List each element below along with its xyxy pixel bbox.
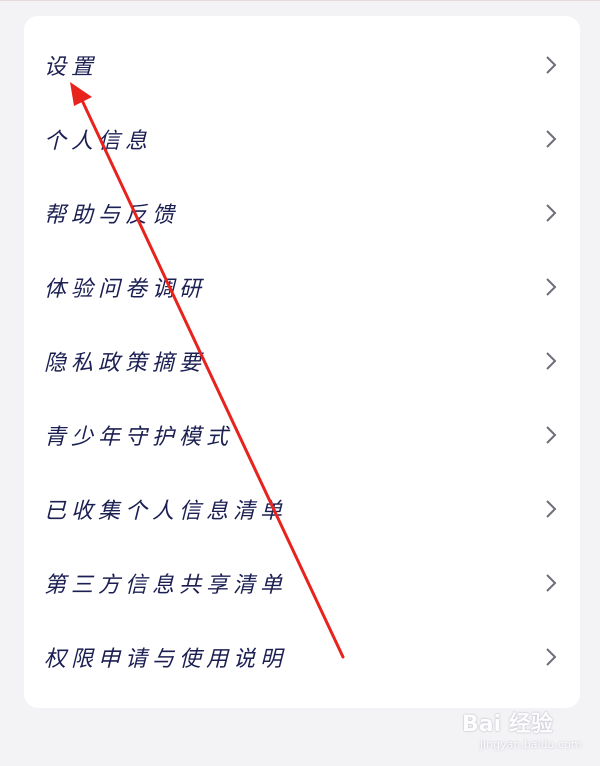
baidu-jingyan-watermark: Bai 经验 jingyan.baidu.com	[462, 702, 582, 758]
top-divider	[0, 0, 600, 1]
menu-item-label: 体验问卷调研	[44, 277, 207, 302]
menu-item-label: 已收集个人信息清单	[44, 499, 288, 524]
menu-item-teen-mode[interactable]: 青少年守护模式	[24, 398, 580, 472]
chevron-right-icon	[546, 574, 557, 592]
menu-item-label: 隐私政策摘要	[44, 351, 207, 376]
watermark-url: jingyan.baidu.com	[480, 738, 582, 751]
chevron-right-icon	[546, 204, 557, 222]
menu-item-collected-info-list[interactable]: 已收集个人信息清单	[24, 472, 580, 546]
menu-item-help-feedback[interactable]: 帮助与反馈	[24, 176, 580, 250]
menu-item-label: 青少年守护模式	[44, 425, 234, 450]
menu-item-label: 个人信息	[44, 129, 153, 154]
settings-menu-card: 设置 个人信息 帮助与反馈 体验问卷调研 隐私政策摘要 青少年守护模式 已收集个…	[24, 16, 580, 708]
menu-item-label: 设置	[44, 55, 99, 80]
chevron-right-icon	[546, 648, 557, 666]
watermark-logo: Bai 经验	[462, 712, 553, 737]
menu-item-personal-info[interactable]: 个人信息	[24, 102, 580, 176]
menu-item-privacy-summary[interactable]: 隐私政策摘要	[24, 324, 580, 398]
chevron-right-icon	[546, 352, 557, 370]
chevron-right-icon	[546, 130, 557, 148]
chevron-right-icon	[546, 56, 557, 74]
menu-item-permissions[interactable]: 权限申请与使用说明	[24, 620, 580, 694]
chevron-right-icon	[546, 500, 557, 518]
menu-item-label: 第三方信息共享清单	[44, 573, 288, 598]
chevron-right-icon	[546, 278, 557, 296]
menu-item-third-party-sharing[interactable]: 第三方信息共享清单	[24, 546, 580, 620]
menu-item-label: 帮助与反馈	[44, 203, 180, 228]
menu-item-label: 权限申请与使用说明	[44, 647, 288, 672]
chevron-right-icon	[546, 426, 557, 444]
menu-item-settings[interactable]: 设置	[24, 28, 580, 102]
menu-item-survey[interactable]: 体验问卷调研	[24, 250, 580, 324]
